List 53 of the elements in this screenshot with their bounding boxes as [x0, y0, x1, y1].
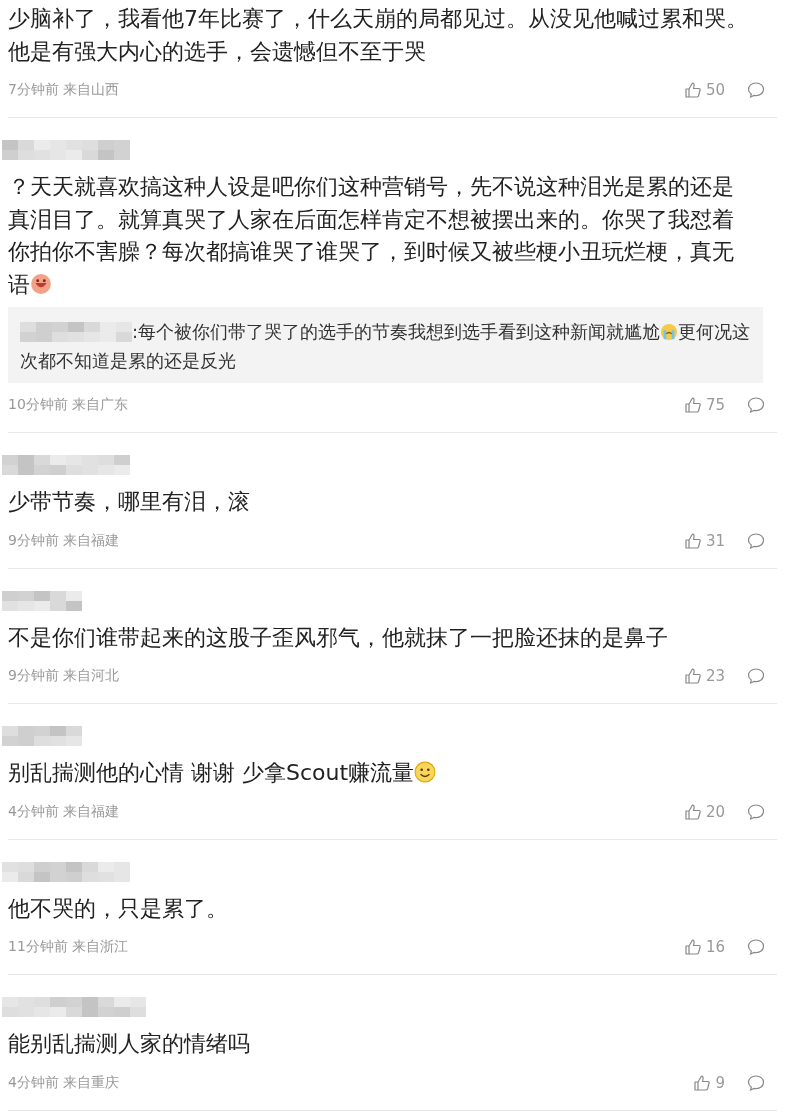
comment-location: 来自广东 — [71, 396, 128, 414]
comment-location: 来自河北 — [62, 667, 119, 685]
comment-text: 少脑补了，我看他7年比赛了，什么天崩的局都见过。从没见他喊过累和哭。他是有强大内心的选手，会遗憾但不至于哭 — [8, 5, 749, 66]
thumbs-up-icon — [683, 938, 702, 956]
comment-time: 9分钟前 — [8, 667, 59, 685]
like-button[interactable]: 31 — [683, 531, 725, 550]
comment-button[interactable] — [747, 938, 765, 956]
thumbs-up-icon — [683, 531, 702, 550]
speech-bubble-icon — [747, 81, 765, 99]
like-button[interactable]: 9 — [693, 1073, 725, 1092]
comment-text: 少带节奏，哪里有泪，滚 — [8, 488, 251, 516]
crying-emoji-icon — [660, 323, 679, 341]
speech-bubble-icon — [747, 531, 765, 550]
comment-time: 9分钟前 — [8, 531, 59, 550]
speech-bubble-icon — [747, 802, 765, 821]
thumbs-up-icon — [683, 667, 702, 685]
comment-time: 4分钟前 — [8, 1073, 59, 1092]
comment-location: 来自重庆 — [62, 1073, 119, 1092]
smiley-emoji-icon — [414, 761, 437, 783]
speech-bubble-icon — [747, 396, 765, 414]
comment-time: 10分钟前 — [8, 396, 68, 414]
comment-button[interactable] — [747, 531, 765, 550]
thumbs-up-icon — [683, 81, 702, 99]
comment-time: 11分钟前 — [8, 938, 68, 956]
comment-time: 7分钟前 — [8, 81, 59, 99]
laughing-emoji-icon — [30, 272, 52, 295]
comment-location: 来自浙江 — [71, 938, 128, 956]
comment-text: ？天天就喜欢搞这种人设是吧你们这种营销号，先不说这种泪光是累的还是真泪目了。就算真哭了人家在后面怎样肯定不想被摆出来的。你哭了我怼着你拍你不害臊？每次都搞谁哭了谁哭了，到时候又被些梗小丑玩烂梗，真无语 — [8, 173, 735, 299]
speech-bubble-icon — [747, 938, 765, 956]
comment-text: 别乱揣测他的心情 谢谢 少拿Scout赚流量 — [8, 757, 754, 790]
thumbs-up-icon — [683, 802, 702, 821]
thumbs-up-icon — [683, 396, 702, 414]
comment-location: 来自福建 — [62, 531, 119, 550]
like-button[interactable]: 75 — [683, 396, 725, 414]
comment-button[interactable] — [747, 396, 765, 414]
like-button[interactable]: 50 — [683, 81, 725, 99]
comment-button[interactable] — [747, 81, 765, 99]
reply-text: :每个被你们带了哭了的选手的节奏我想到选手看到这种新闻就尴尬 更何况这次都不知道是累的还是反光 — [20, 320, 751, 373]
like-button[interactable]: 16 — [683, 938, 725, 956]
speech-bubble-icon — [747, 667, 765, 685]
comment-location: 来自山西 — [62, 81, 119, 99]
comment-button[interactable] — [747, 667, 765, 685]
comment-text: 他不哭的，只是累了。 — [8, 894, 229, 923]
comment-button[interactable] — [747, 1073, 765, 1092]
like-button[interactable]: 20 — [683, 802, 725, 821]
comment-text: 不是你们谁带起来的这股子歪风邪气，他就抹了一把脸还抹的是鼻子 — [8, 623, 669, 652]
comment-text: 能别乱揣测人家的情绪吗 — [8, 1030, 251, 1058]
comment-button[interactable] — [747, 802, 765, 821]
thumbs-up-icon — [693, 1073, 712, 1092]
comment-time: 4分钟前 — [8, 802, 59, 821]
like-button[interactable]: 23 — [683, 667, 725, 685]
speech-bubble-icon — [747, 1073, 765, 1092]
comment-location: 来自福建 — [62, 802, 119, 821]
